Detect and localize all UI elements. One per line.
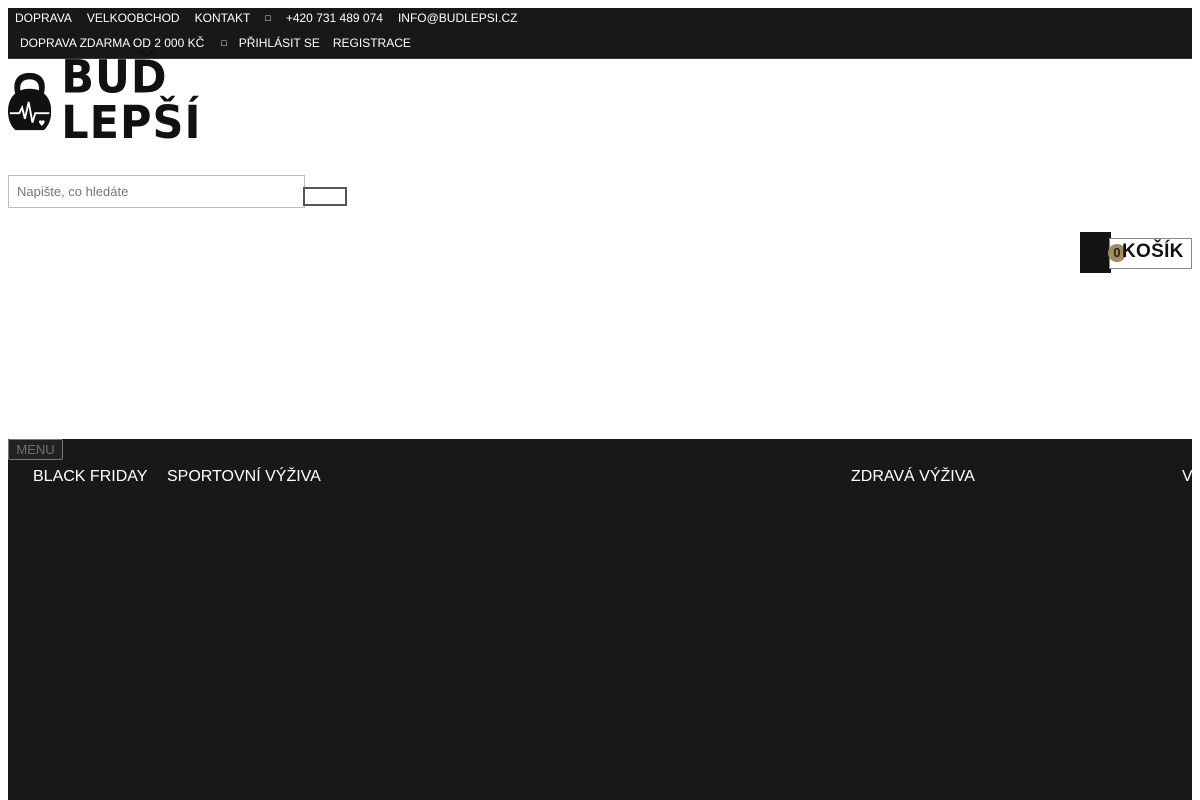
shipping-note: DOPRAVA ZDARMA OD 2 000 KČ bbox=[20, 36, 205, 50]
cart-button[interactable]: 0 KOŠÍK bbox=[1080, 232, 1192, 273]
page: DOPRAVA VELKOOBCHOD KONTAKT □ +420 731 4… bbox=[8, 8, 1193, 800]
link-doprava[interactable]: DOPRAVA bbox=[15, 12, 72, 24]
top-bar: DOPRAVA VELKOOBCHOD KONTAKT □ +420 731 4… bbox=[8, 8, 1192, 59]
phone-icon: □ bbox=[265, 13, 271, 23]
login-link[interactable]: PŘIHLÁSIT SE bbox=[239, 37, 320, 49]
search-input[interactable] bbox=[8, 175, 305, 208]
nav-item-sportovni-vyziva[interactable]: SPORTOVNÍ VÝŽIVA bbox=[167, 468, 321, 486]
search-button[interactable] bbox=[303, 187, 347, 206]
cart-label: KOŠÍK bbox=[1122, 241, 1184, 262]
top-bar-links: DOPRAVA VELKOOBCHOD KONTAKT □ +420 731 4… bbox=[15, 12, 532, 24]
kettlebell-heartbeat-icon bbox=[8, 72, 52, 131]
site-logo[interactable]: BUĎ LEPŠÍ bbox=[8, 55, 308, 146]
logo-text: BUĎ LEPŠÍ bbox=[61, 51, 202, 150]
main-navigation: MENU BLACK FRIDAY SPORTOVNÍ VÝŽIVA ZDRAV… bbox=[8, 439, 1193, 800]
link-velkoobchod[interactable]: VELKOOBCHOD bbox=[87, 12, 180, 24]
menu-toggle-button[interactable]: MENU bbox=[8, 439, 63, 460]
nav-item-zdrava-vyziva[interactable]: ZDRAVÁ VÝŽIVA bbox=[851, 468, 975, 486]
email-link[interactable]: INFO@BUDLEPSI.CZ bbox=[398, 12, 518, 24]
nav-item-truncated[interactable]: V bbox=[1182, 468, 1193, 486]
cart-icon bbox=[1080, 232, 1111, 273]
nav-item-black-friday[interactable]: BLACK FRIDAY bbox=[33, 468, 147, 486]
phone-link[interactable]: +420 731 489 074 bbox=[286, 12, 383, 24]
register-link[interactable]: REGISTRACE bbox=[333, 37, 411, 49]
top-bar-account: DOPRAVA ZDARMA OD 2 000 KČ □ PŘIHLÁSIT S… bbox=[20, 37, 424, 49]
user-icon: □ bbox=[221, 38, 227, 48]
link-kontakt[interactable]: KONTAKT bbox=[195, 12, 251, 24]
